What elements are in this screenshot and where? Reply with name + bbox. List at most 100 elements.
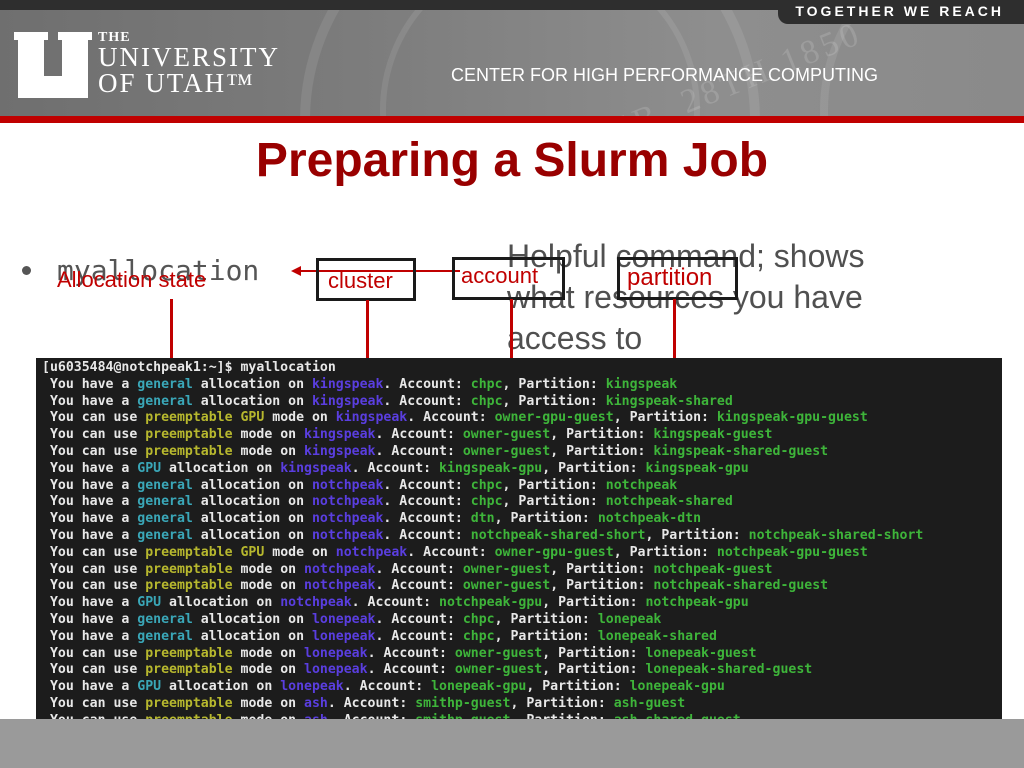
cluster-name: kingspeak — [311, 393, 384, 409]
partition-name: notchpeak-shared-guest — [653, 578, 829, 594]
cluster-name: kingspeak — [280, 460, 352, 476]
terminal-prompt: [u6035484@notchpeak1:~]$ myallocation — [42, 360, 336, 375]
line-mid: allocation on — [192, 393, 312, 409]
account-name: owner-guest — [462, 427, 551, 443]
partition-label: , Partition: — [542, 460, 646, 476]
line-lead: You have a — [42, 527, 138, 543]
account-label: . Account: — [351, 595, 440, 611]
account-label: . Account: — [343, 679, 432, 695]
partition-name: kingspeak — [605, 376, 678, 392]
partition-name: notchpeak-guest — [653, 561, 773, 577]
allocation-type: general — [137, 477, 193, 493]
cluster-name: notchpeak — [280, 595, 352, 611]
annotation-allocation-state: Allocation state — [57, 267, 207, 292]
terminal-line: You have a GPU allocation on lonepeak. A… — [42, 679, 1002, 696]
cluster-name: kingspeak — [311, 376, 384, 392]
terminal-line: You can use preemptable GPU mode on notc… — [42, 545, 1002, 562]
tagline-tab: TOGETHER WE REACH — [778, 0, 1024, 24]
university-name-line2: OF UTAH™ — [98, 68, 255, 98]
allocation-type: preemptable — [145, 427, 233, 443]
line-mid: allocation on — [192, 477, 312, 493]
partition-name: kingspeak-gpu — [645, 460, 749, 476]
annotation-arrow-line — [510, 299, 513, 363]
account-label: . Account: — [375, 561, 463, 577]
partition-label: , Partition: — [542, 645, 646, 661]
terminal-line: You can use preemptable mode on notchpea… — [42, 562, 1002, 579]
account-label: . Account: — [383, 494, 471, 510]
line-mid: mode on — [232, 695, 305, 711]
line-lead: You have a — [42, 477, 138, 493]
allocation-type: GPU — [137, 679, 162, 695]
bullet-icon — [22, 266, 31, 275]
partition-label: , Partition: — [526, 679, 630, 695]
line-lead: You can use — [42, 578, 146, 594]
line-lead: You can use — [42, 410, 146, 426]
partition-name: notchpeak-shared — [605, 494, 733, 510]
account-name: owner-gpu-guest — [494, 410, 614, 426]
account-name: owner-guest — [462, 561, 551, 577]
cluster-name: lonepeak — [304, 662, 368, 678]
partition-label: , Partition: — [550, 578, 654, 594]
partition-name: notchpeak-shared-short — [748, 527, 924, 543]
cluster-name: notchpeak — [311, 511, 384, 527]
partition-label: , Partition: — [502, 393, 606, 409]
terminal-line: You can use preemptable mode on kingspea… — [42, 427, 1002, 444]
cluster-name: notchpeak — [311, 477, 384, 493]
account-label: . Account: — [375, 443, 463, 459]
account-name: owner-guest — [454, 645, 543, 661]
terminal-output[interactable]: [u6035484@notchpeak1:~]$ myallocation Yo… — [36, 358, 1002, 730]
terminal-line: You have a general allocation on notchpe… — [42, 494, 1002, 511]
account-label: . Account: — [351, 460, 440, 476]
footer-bar — [0, 719, 1024, 768]
line-mid: allocation on — [192, 511, 312, 527]
university-name-line1: UNIVERSITY — [98, 42, 280, 72]
allocation-type: general — [137, 393, 193, 409]
account-label: . Account: — [407, 410, 495, 426]
account-label: . Account: — [383, 477, 471, 493]
account-label: . Account: — [367, 645, 455, 661]
line-lead: You have a — [42, 611, 138, 627]
account-label: . Account: — [383, 376, 471, 392]
allocation-type: preemptable GPU — [145, 410, 265, 426]
account-name: lonepeak-gpu — [431, 679, 527, 695]
partition-name: kingspeak-guest — [653, 427, 773, 443]
partition-name: kingspeak-shared-guest — [653, 443, 829, 459]
partition-name: lonepeak-shared-guest — [645, 662, 813, 678]
account-name: notchpeak-shared-short — [470, 527, 646, 543]
line-lead: You have a — [42, 511, 138, 527]
terminal-line: You can use preemptable mode on ash. Acc… — [42, 696, 1002, 713]
partition-name: notchpeak-dtn — [597, 511, 702, 527]
allocation-type: preemptable — [145, 578, 233, 594]
annotation-arrow-line — [366, 300, 369, 363]
terminal-line: You have a GPU allocation on kingspeak. … — [42, 461, 1002, 478]
account-name: chpc — [470, 494, 503, 510]
allocation-type: general — [137, 511, 193, 527]
allocation-type: preemptable GPU — [145, 544, 265, 560]
allocation-type: general — [137, 628, 193, 644]
partition-name: notchpeak — [605, 477, 678, 493]
line-mid: mode on — [232, 578, 305, 594]
line-lead: You have a — [42, 679, 138, 695]
line-lead: You have a — [42, 628, 138, 644]
terminal-line: You can use preemptable mode on lonepeak… — [42, 646, 1002, 663]
account-name: owner-gpu-guest — [494, 544, 614, 560]
arrow-left-icon — [291, 266, 301, 276]
account-name: owner-guest — [454, 662, 543, 678]
account-name: chpc — [470, 393, 503, 409]
partition-label: , Partition: — [494, 628, 598, 644]
partition-label: , Partition: — [613, 410, 717, 426]
line-lead: You can use — [42, 544, 146, 560]
partition-name: lonepeak-shared — [597, 628, 717, 644]
line-lead: You can use — [42, 645, 146, 661]
allocation-type: general — [137, 494, 193, 510]
line-lead: You can use — [42, 695, 146, 711]
account-name: smithp-guest — [415, 695, 511, 711]
partition-name: ash-guest — [613, 695, 686, 711]
line-lead: You can use — [42, 561, 146, 577]
partition-label: , Partition: — [502, 477, 606, 493]
line-lead: You have a — [42, 393, 138, 409]
cluster-name: ash — [304, 695, 328, 711]
account-label: . Account: — [375, 427, 463, 443]
account-label: . Account: — [375, 611, 463, 627]
terminal-line: You have a general allocation on notchpe… — [42, 511, 1002, 528]
